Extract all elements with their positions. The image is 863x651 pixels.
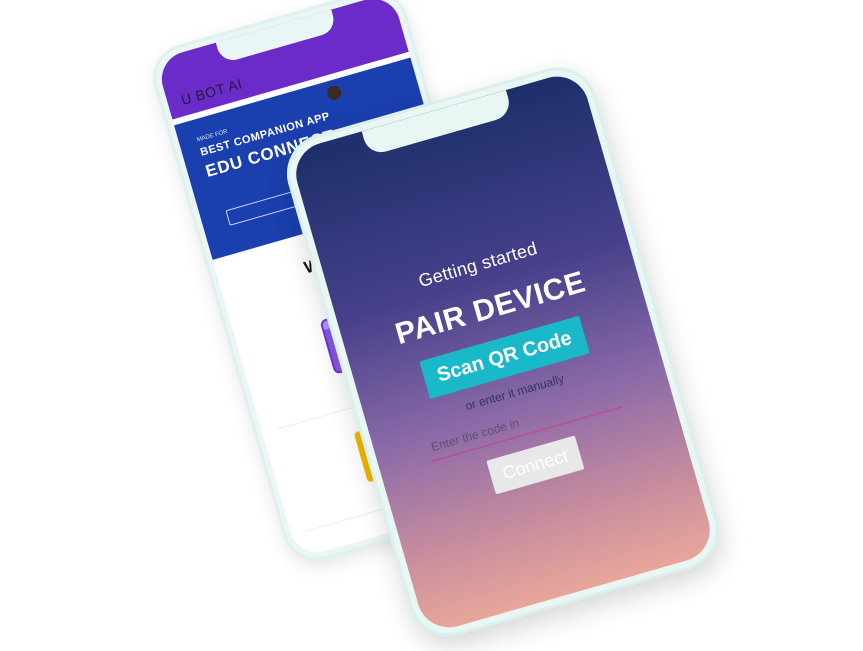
pair-device-content: Getting started PAIR DEVICE Scan QR Code…	[330, 213, 685, 523]
stage: U BOT AI MADE FOR BEST COMPANION APP EDU…	[0, 0, 863, 651]
banner-cta-button[interactable]	[225, 190, 301, 226]
front-phone: Getting started PAIR DEVICE Scan QR Code…	[277, 57, 729, 647]
banner-cta-label	[227, 194, 296, 214]
avatar	[325, 84, 343, 102]
phone-notch	[215, 9, 338, 64]
app-title: U BOT AI	[179, 75, 245, 109]
connect-button[interactable]: Connect	[486, 435, 584, 495]
